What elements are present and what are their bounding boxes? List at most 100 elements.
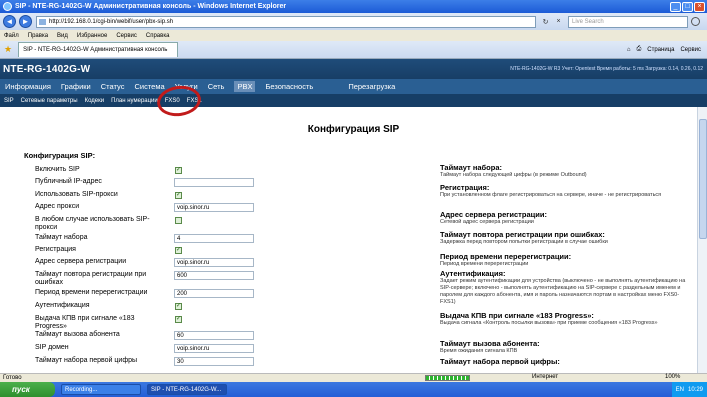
scrollbar[interactable] bbox=[697, 107, 707, 373]
form-input[interactable]: 60 bbox=[174, 331, 254, 340]
section-title: Конфигурация SIP: bbox=[24, 151, 96, 160]
url-field[interactable]: http://192.168.0.1/cgi-bin/webif/user/pb… bbox=[36, 15, 536, 28]
help-text: Задержка перед повтором попытки регистра… bbox=[440, 239, 608, 245]
help-item: Таймаут вызова абонента: Время ожидания с… bbox=[440, 339, 690, 355]
form-input[interactable]: 200 bbox=[174, 289, 254, 298]
zoom-level[interactable]: 100% bbox=[665, 374, 680, 380]
maximize-button[interactable]: □ bbox=[682, 1, 693, 12]
sub-nav: SIP Сетевые параметры Кодеки План нумера… bbox=[0, 94, 707, 107]
form-label: Таймаут вызова абонента bbox=[35, 331, 120, 338]
nav-status[interactable]: Статус bbox=[101, 82, 125, 91]
nav-graphs[interactable]: Графики bbox=[61, 82, 91, 91]
form-label: Выдача КПВ при сигнале «183 Progress» bbox=[35, 315, 135, 330]
refresh-icon[interactable]: ↻ bbox=[540, 16, 551, 27]
form-label: Публичный IP-адрес bbox=[35, 178, 102, 185]
form-label: В любом случае использовать SIP-прокси bbox=[35, 216, 150, 231]
device-logo: NTE-RG-1402G-W bbox=[3, 63, 91, 75]
taskbar: пуск Recording... SIP - NTE-RG-1402G-W..… bbox=[0, 382, 707, 397]
scroll-thumb[interactable] bbox=[699, 119, 707, 239]
form-label: Аутентификация bbox=[35, 302, 90, 309]
nav-security[interactable]: Безопасность bbox=[265, 82, 313, 91]
print-icon[interactable]: ⎙ bbox=[636, 46, 641, 53]
nav-reboot[interactable]: Перезагрузка bbox=[348, 82, 395, 91]
task-recording[interactable]: Recording... bbox=[61, 384, 141, 395]
menu-tools[interactable]: Сервис bbox=[116, 33, 137, 39]
subnav-dialplan[interactable]: План нумерации bbox=[111, 98, 158, 104]
form-input[interactable]: voip.sinor.ru bbox=[174, 344, 254, 353]
form-checkbox[interactable] bbox=[175, 217, 182, 224]
address-tools: ↻ × bbox=[540, 16, 564, 27]
menu-bar: Файл Правка Вид Избранное Сервис Справка bbox=[0, 30, 707, 41]
help-item: Адрес сервера регистрации: Сетевой адрес … bbox=[440, 210, 690, 226]
back-button[interactable]: ◄ bbox=[3, 15, 16, 28]
form-checkbox[interactable]: ✓ bbox=[175, 247, 182, 254]
page-title: Конфигурация SIP bbox=[307, 124, 400, 135]
form-label: SIP домен bbox=[35, 344, 69, 351]
help-title: Выдача КПВ при сигнале «183 Progress»: bbox=[440, 311, 594, 320]
help-title: Таймаут повтора регистрации при ошибках: bbox=[440, 230, 605, 239]
help-item: Период времени перерегистрации: Период вр… bbox=[440, 252, 690, 268]
tab-tools: ⌂ ⎙ Страница Сервис bbox=[627, 46, 701, 53]
search-input[interactable]: Live Search bbox=[568, 15, 688, 28]
form-input[interactable]: voip.sinor.ru bbox=[174, 203, 254, 212]
search-icon[interactable] bbox=[691, 17, 700, 26]
form-checkbox[interactable]: ✓ bbox=[175, 303, 182, 310]
help-text: Период времени перерегистрации bbox=[440, 261, 529, 267]
security-zone: Интернет bbox=[532, 374, 559, 380]
window-controls: _ □ × bbox=[670, 1, 705, 12]
menu-file[interactable]: Файл bbox=[4, 33, 19, 39]
page-menu[interactable]: Страница bbox=[647, 47, 674, 53]
tools-menu[interactable]: Сервис bbox=[680, 47, 701, 53]
help-text: При установленном флаге регистрироваться… bbox=[440, 192, 662, 198]
help-text: Сетевой адрес сервера регистрации bbox=[440, 219, 534, 225]
forward-button[interactable]: ► bbox=[19, 15, 32, 28]
form-input[interactable]: 4 bbox=[174, 234, 254, 243]
task-ie[interactable]: SIP - NTE-RG-1402G-W... bbox=[147, 384, 227, 395]
progress-indicator bbox=[425, 375, 470, 381]
form-input[interactable]: 30 bbox=[174, 357, 254, 366]
subnav-network-params[interactable]: Сетевые параметры bbox=[21, 98, 78, 104]
help-item: Таймаут повтора регистрации при ошибках:… bbox=[440, 230, 690, 246]
help-title: Период времени перерегистрации: bbox=[440, 252, 572, 261]
window-title: SIP - NTE-RG-1402G-W Административная ко… bbox=[15, 3, 287, 10]
form-checkbox[interactable]: ✓ bbox=[175, 316, 182, 323]
status-text: Готово bbox=[3, 375, 22, 381]
nav-pbx[interactable]: PBX bbox=[234, 81, 256, 92]
nav-network[interactable]: Сеть bbox=[208, 82, 225, 91]
language-indicator[interactable]: EN bbox=[676, 387, 684, 393]
form-label: Адрес сервера регистрации bbox=[35, 258, 127, 265]
form-input[interactable]: voip.sinor.ru bbox=[174, 258, 254, 267]
help-item: Выдача КПВ при сигнале «183 Progress»: Вы… bbox=[440, 311, 690, 327]
help-text: Время ожидания сигнала КПВ bbox=[440, 348, 518, 354]
subnav-sip[interactable]: SIP bbox=[4, 98, 14, 104]
nav-info[interactable]: Информация bbox=[5, 82, 51, 91]
help-text: Задает режим аутентификации для устройст… bbox=[440, 278, 686, 305]
form-checkbox[interactable]: ✓ bbox=[175, 167, 182, 174]
help-title: Таймаут набора первой цифры: bbox=[440, 357, 560, 366]
menu-view[interactable]: Вид bbox=[57, 33, 68, 39]
form-label: Период времени перерегистрации bbox=[35, 289, 148, 296]
subnav-codecs[interactable]: Кодеки bbox=[85, 98, 105, 104]
system-tray: EN 10:29 bbox=[671, 382, 707, 397]
nav-system[interactable]: Система bbox=[134, 82, 164, 91]
form-label: Регистрация bbox=[35, 246, 76, 253]
help-title: Адрес сервера регистрации: bbox=[440, 210, 547, 219]
stop-icon[interactable]: × bbox=[553, 16, 564, 27]
menu-favorites[interactable]: Избранное bbox=[77, 33, 107, 39]
ie-icon bbox=[3, 2, 12, 11]
menu-edit[interactable]: Правка bbox=[28, 33, 48, 39]
minimize-button[interactable]: _ bbox=[670, 1, 681, 12]
form-label: Таймаут набора первой цифры bbox=[35, 357, 138, 364]
form-input[interactable]: 600 bbox=[174, 271, 254, 280]
help-title: Аутентификация: bbox=[440, 269, 506, 278]
favorites-star-icon[interactable]: ★ bbox=[4, 44, 12, 55]
form-checkbox[interactable]: ✓ bbox=[175, 192, 182, 199]
help-item: Таймаут набора первой цифры: bbox=[440, 357, 690, 366]
browser-tab[interactable]: SIP - NTE-RG-1402G-W Административная ко… bbox=[18, 42, 179, 57]
menu-help[interactable]: Справка bbox=[146, 33, 170, 39]
close-button[interactable]: × bbox=[694, 1, 705, 12]
form-label: Таймаут повтора регистрации при ошибках bbox=[35, 271, 147, 286]
form-input[interactable] bbox=[174, 178, 254, 187]
start-button[interactable]: пуск bbox=[0, 382, 55, 397]
home-icon[interactable]: ⌂ bbox=[627, 47, 631, 53]
